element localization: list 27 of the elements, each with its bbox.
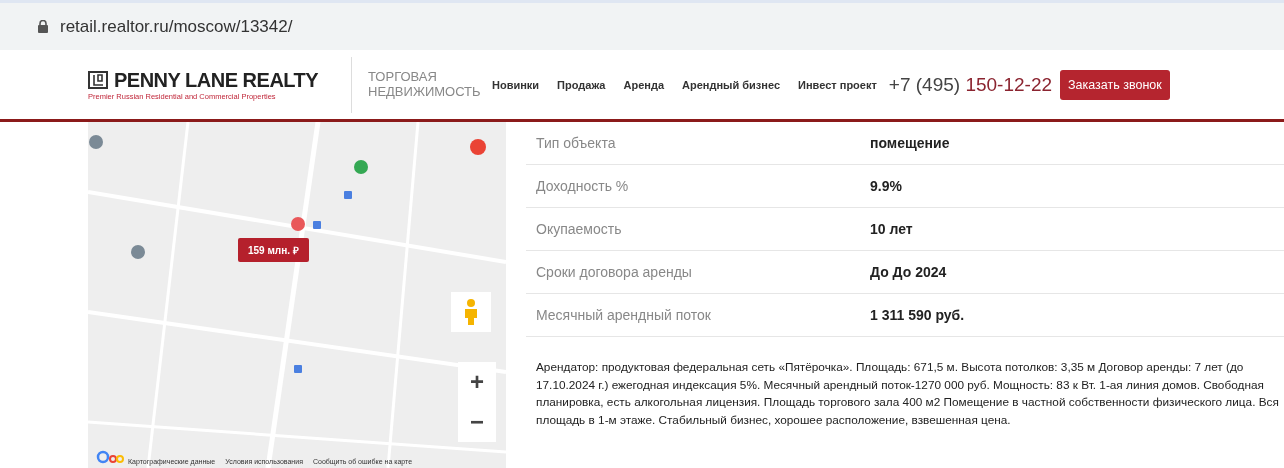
- callback-button[interactable]: Заказать звонок: [1060, 69, 1170, 100]
- logo-icon: [88, 71, 108, 89]
- detail-label: Тип объекта: [536, 135, 617, 151]
- detail-value: До До 2024: [870, 264, 947, 280]
- nav-link[interactable]: Аренда: [623, 78, 664, 91]
- detail-label: Доходность %: [536, 178, 630, 194]
- nav-link[interactable]: Новинки: [492, 78, 540, 91]
- detail-label: Окупаемость: [536, 221, 623, 237]
- phone-number[interactable]: +7 (495) 150-12-22: [888, 73, 1053, 96]
- lock-icon: [38, 20, 48, 33]
- map-logo-icon: [96, 450, 124, 464]
- detail-value: помещение: [870, 135, 950, 151]
- section-title: ТОРГОВАЯ НЕДВИЖИМОСТЬ: [368, 69, 480, 100]
- detail-label: Сроки договора аренды: [536, 264, 693, 280]
- price-marker[interactable]: 159 млн. ₽: [238, 238, 309, 262]
- nav-link[interactable]: Инвест проект: [798, 78, 877, 91]
- description-text: Арендатор: продуктовая федеральная сеть «Пятёрочка». Площадь: 671,5 м. Высота потолков: 3,35 м Договор аренды: 7 лет (до 17.10.2024 г.) ежегодная индексация 5%. Месячный арендный поток-1270 000 руб. Мощность: 83 к Вт. 1-ая линия домов. Свободная планировка, есть алкогольная лицензия. Площадь торгового зала 400 м2 Помещение в частной собственности физического лица. Вся площадь в 1-м этаже. Стабильный бизнес, хорошее расположение, взвешенная цена.: [536, 359, 1280, 429]
- street-view-button[interactable]: [451, 292, 491, 332]
- nav-link[interactable]: Арендный бизнес: [682, 78, 781, 91]
- person-icon: [464, 299, 478, 325]
- detail-value: 9.9%: [870, 178, 902, 194]
- detail-label: Месячный арендный поток: [536, 307, 712, 323]
- logo-name[interactable]: PENNY LANE REALTY: [114, 68, 319, 92]
- url-text[interactable]: retail.realtor.ru/moscow/13342/: [60, 16, 293, 37]
- nav-link[interactable]: Продажа: [557, 78, 606, 91]
- detail-value: 1 311 590 руб.: [870, 307, 965, 323]
- detail-value: 10 лет: [870, 221, 913, 237]
